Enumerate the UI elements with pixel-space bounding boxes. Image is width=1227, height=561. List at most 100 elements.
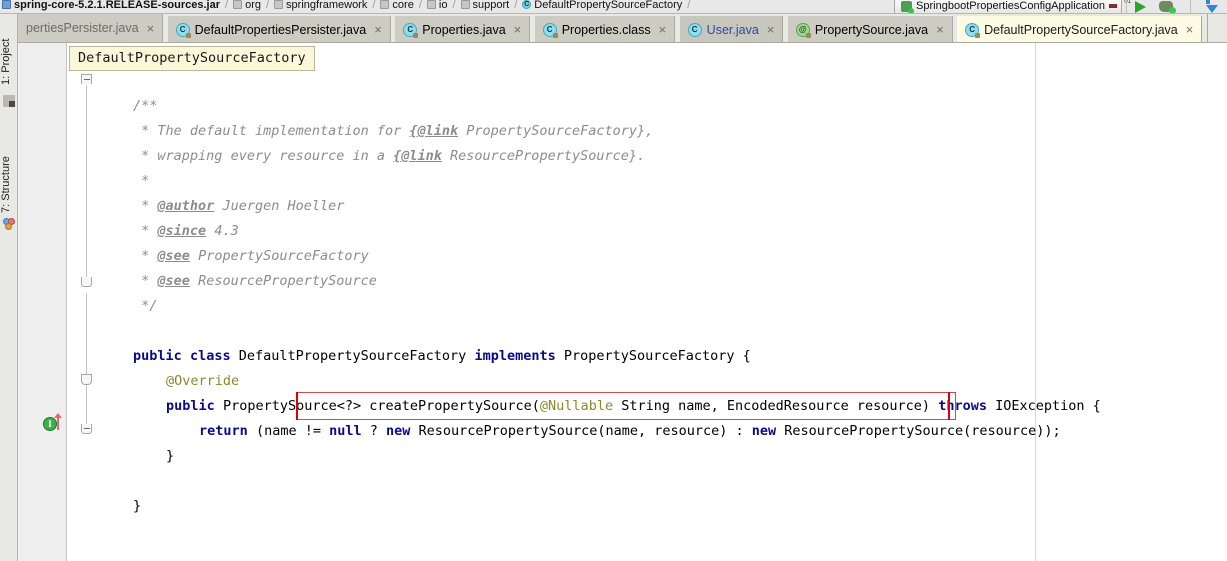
- fold-connector: [86, 293, 87, 381]
- breadcrumb-label: io: [438, 0, 448, 11]
- jar-icon: [2, 0, 11, 9]
- lock-icon: [413, 32, 419, 38]
- lock-icon: [185, 32, 191, 38]
- fold-marker-method-end[interactable]: [81, 424, 92, 434]
- editor-tab-bar: pertiesPersister.java × C DefaultPropert…: [18, 14, 1227, 43]
- run-configuration-label: SpringbootPropertiesConfigApplication: [916, 0, 1105, 12]
- breadcrumb: spring-core-5.2.1.RELEASE-sources.jar / or…: [0, 0, 693, 13]
- close-icon[interactable]: ×: [373, 23, 383, 36]
- close-icon[interactable]: ×: [658, 23, 668, 36]
- breadcrumb-item-org[interactable]: org: [231, 0, 263, 13]
- breadcrumb-item-springframework[interactable]: springframework: [272, 0, 369, 13]
- folder-icon: [233, 0, 243, 9]
- project-window-icon[interactable]: [3, 95, 15, 107]
- class-icon: C: [522, 0, 532, 9]
- run-icon: [1135, 1, 1146, 13]
- breadcrumb-item-jar[interactable]: spring-core-5.2.1.RELEASE-sources.jar: [0, 0, 222, 13]
- class-icon: C: [687, 22, 702, 37]
- breadcrumb-separator: /: [372, 0, 376, 11]
- ide-window: spring-core-5.2.1.RELEASE-sources.jar / or…: [0, 0, 1227, 561]
- tab-property-source-java[interactable]: @ PropertySource.java ×: [787, 15, 953, 42]
- tab-properties-class[interactable]: C Properties.class ×: [534, 15, 676, 42]
- sidebar-item-structure[interactable]: 7: Structure: [0, 137, 18, 213]
- fold-minus-icon: [84, 79, 90, 80]
- toolbar-divider: [1190, 0, 1191, 13]
- folder-icon: [380, 0, 390, 9]
- download-arrow-stem: [1206, 0, 1210, 4]
- breadcrumb-item-core[interactable]: core: [378, 0, 415, 13]
- class-icon: C: [403, 22, 419, 38]
- sidebar-item-project[interactable]: 1: Project: [0, 21, 18, 85]
- chevron-down-icon: [1109, 4, 1117, 8]
- close-icon[interactable]: ×: [513, 23, 523, 36]
- code-line-class-close-brace: }: [133, 498, 142, 514]
- fold-connector: [86, 85, 87, 277]
- override-arrow-icon: [54, 413, 62, 430]
- sidebar-item-favorites[interactable]: rites: [0, 534, 18, 561]
- class-icon: C: [965, 22, 981, 38]
- code-line-5: * @author Juergen Hoeller: [133, 198, 345, 214]
- tab-label: User.java: [706, 22, 759, 37]
- code-line-class-declaration: public class DefaultPropertySourceFactor…: [133, 348, 751, 364]
- fold-marker-comment-start[interactable]: [81, 74, 92, 84]
- close-icon[interactable]: ×: [766, 23, 776, 36]
- text-caret-secondary: [948, 392, 950, 420]
- lock-icon: [805, 32, 811, 38]
- debug-button[interactable]: [1157, 0, 1176, 13]
- breadcrumb-label: core: [392, 0, 414, 11]
- breadcrumb-separator: /: [265, 0, 270, 11]
- code-editor[interactable]: I /** * The default implementation for {…: [19, 43, 1227, 561]
- breadcrumb-item-support[interactable]: support: [459, 0, 512, 13]
- code-content[interactable]: /** * The default implementation for {@l…: [68, 43, 1227, 561]
- folder-icon: [426, 0, 436, 9]
- class-icon: C: [542, 22, 558, 38]
- breadcrumb-label: DefaultPropertySourceFactory: [534, 0, 683, 11]
- tab-user-java[interactable]: C User.java ×: [679, 15, 784, 42]
- tab-label: Properties.class: [561, 22, 651, 37]
- tab-label: PropertySource.java: [814, 22, 929, 37]
- run-button[interactable]: [1131, 0, 1149, 13]
- breadcrumb-label: org: [245, 0, 261, 11]
- structure-dot: [5, 223, 12, 230]
- tab-default-property-source-factory-java[interactable]: C DefaultPropertySourceFactory.java ×: [957, 16, 1203, 42]
- tab-properties-persister-truncated[interactable]: pertiesPersister.java ×: [18, 14, 164, 42]
- breadcrumb-label: spring-core-5.2.1.RELEASE-sources.jar: [14, 0, 221, 11]
- breadcrumb-label: springframework: [286, 0, 368, 11]
- annotation-icon: @: [795, 22, 811, 38]
- tab-label: Properties.java: [422, 22, 506, 37]
- run-configuration-selector[interactable]: SpringbootPropertiesConfigApplication: [894, 0, 1122, 13]
- lock-icon: [975, 32, 981, 38]
- tab-label: DefaultPropertySourceFactory.java: [984, 22, 1178, 37]
- text-caret: [296, 392, 298, 420]
- spring-boot-icon: [901, 0, 915, 13]
- editor-gutter[interactable]: [19, 43, 67, 561]
- class-icon: C: [175, 22, 191, 38]
- fold-minus-icon: [84, 428, 90, 429]
- breadcrumb-separator: /: [225, 0, 229, 11]
- tool-window-stripe-left: 1: Project 7: Structure rites: [0, 14, 18, 561]
- folder-icon: [274, 0, 284, 9]
- breadcrumb-separator: /: [514, 0, 518, 11]
- fold-marker-method-start[interactable]: [81, 374, 92, 385]
- tab-default-properties-persister[interactable]: C DefaultPropertiesPersister.java ×: [167, 15, 391, 42]
- fold-connector: [86, 385, 87, 425]
- breadcrumb-separator: /: [452, 0, 456, 11]
- fold-marker-comment-end[interactable]: [81, 277, 92, 287]
- implements-method-gutter-icon[interactable]: I: [43, 417, 57, 431]
- update-project-button[interactable]: [1199, 0, 1218, 13]
- breadcrumb-item-class[interactable]: C DefaultPropertySourceFactory: [520, 0, 684, 13]
- tab-bar-filler: [1206, 14, 1227, 42]
- lock-icon: [552, 32, 558, 38]
- navigation-bar: spring-core-5.2.1.RELEASE-sources.jar / or…: [0, 0, 1227, 14]
- tab-label: pertiesPersister.java: [26, 21, 139, 35]
- structure-window-icon[interactable]: [3, 218, 15, 230]
- breadcrumb-item-io[interactable]: io: [425, 0, 450, 13]
- close-icon[interactable]: ×: [935, 23, 945, 36]
- close-icon[interactable]: ×: [146, 22, 156, 35]
- folder-icon: [460, 0, 470, 9]
- close-icon[interactable]: ×: [1185, 23, 1195, 36]
- tab-properties-java[interactable]: C Properties.java ×: [395, 15, 531, 42]
- toolbar-divider: [1126, 0, 1127, 13]
- breadcrumb-popup[interactable]: DefaultPropertySourceFactory: [69, 46, 315, 71]
- debug-icon: [1159, 1, 1176, 13]
